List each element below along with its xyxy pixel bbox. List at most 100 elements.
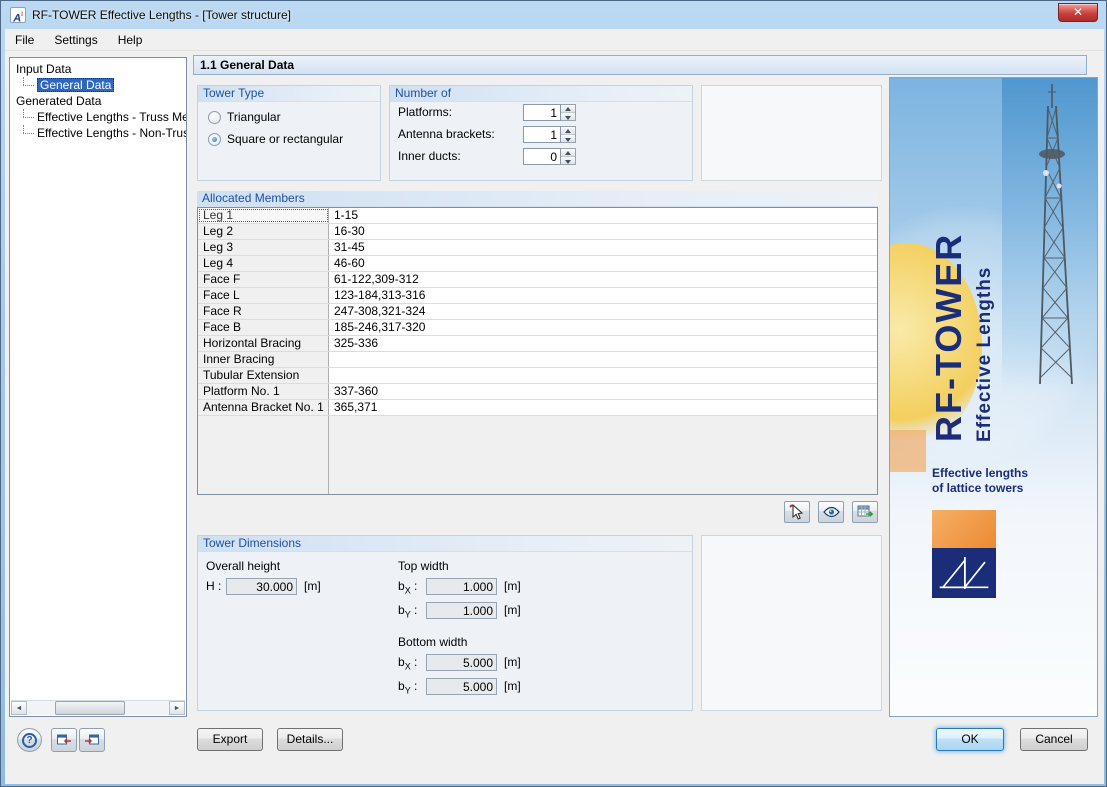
member-row-value[interactable]: 123-184,313-316 — [329, 288, 877, 303]
export-table-button[interactable] — [852, 501, 878, 523]
table-empty-area — [198, 416, 877, 494]
ok-button[interactable]: OK — [936, 728, 1004, 751]
spinner-down-icon[interactable] — [561, 113, 575, 120]
graphic-placeholder-bottom — [701, 535, 882, 711]
cancel-button[interactable]: Cancel — [1020, 728, 1088, 751]
platforms-spinner[interactable] — [561, 104, 576, 121]
menu-settings[interactable]: Settings — [44, 29, 107, 50]
tree-item-effective-lengths-truss[interactable]: Effective Lengths - Truss Memb — [10, 109, 186, 125]
member-row-label[interactable]: Leg 2 — [198, 224, 329, 239]
antenna-brackets-label: Antenna brackets: — [398, 127, 495, 141]
member-row-value[interactable]: 365,371 — [329, 400, 877, 415]
member-row-label[interactable]: Platform No. 1 — [198, 384, 329, 399]
menu-file[interactable]: File — [5, 29, 44, 50]
spinner-up-icon[interactable] — [561, 127, 575, 135]
radio-triangular-label: Triangular — [227, 110, 281, 124]
inner-ducts-spinner[interactable] — [561, 148, 576, 165]
member-row-value[interactable]: 185-246,317-320 — [329, 320, 877, 335]
dialog-body: Input Data General Data Generated Data E… — [5, 51, 1104, 784]
table-row: Inner Bracing — [198, 352, 877, 368]
allocated-members-title: Allocated Members — [197, 191, 878, 207]
member-row-value[interactable]: 31-45 — [329, 240, 877, 255]
details-button[interactable]: Details... — [277, 728, 343, 751]
member-row-label[interactable]: Face L — [198, 288, 329, 303]
member-row-label[interactable]: Antenna Bracket No. 1 — [198, 400, 329, 415]
member-row-value[interactable]: 61-122,309-312 — [329, 272, 877, 287]
scroll-right-button[interactable]: ► — [169, 701, 185, 715]
pick-cursor-icon — [789, 504, 804, 520]
number-of-group-title: Number of — [390, 86, 692, 102]
table-row: Face R 247-308,321-324 — [198, 304, 877, 320]
section-title: 1.1 General Data — [193, 55, 1087, 75]
spinner-down-icon[interactable] — [561, 157, 575, 164]
member-row-value[interactable]: 46-60 — [329, 256, 877, 271]
top-width-x-input[interactable] — [426, 578, 497, 595]
member-row-value[interactable]: 325-336 — [329, 336, 877, 351]
table-row: Leg 3 31-45 — [198, 240, 877, 256]
table-row: Face B 185-246,317-320 — [198, 320, 877, 336]
spinner-down-icon[interactable] — [561, 135, 575, 142]
menu-help[interactable]: Help — [108, 29, 153, 50]
table-row: Face L 123-184,313-316 — [198, 288, 877, 304]
application-window: Aʲ RF-TOWER Effective Lengths - [Tower s… — [0, 0, 1107, 787]
radio-icon[interactable] — [208, 110, 221, 124]
member-row-label[interactable]: Face B — [198, 320, 329, 335]
scrollbar-thumb[interactable] — [55, 701, 125, 715]
previous-window-button[interactable] — [51, 728, 77, 752]
allocated-members-group: Allocated Members Leg 1 1-15 Leg 2 16-30 L… — [197, 191, 878, 525]
member-row-label[interactable]: Face R — [198, 304, 329, 319]
member-row-value[interactable] — [329, 352, 877, 367]
inner-ducts-label: Inner ducts: — [398, 149, 461, 163]
h-symbol: H : — [206, 579, 222, 593]
tree-horizontal-scrollbar[interactable]: ◄ ► — [11, 700, 185, 715]
table-row: Leg 4 46-60 — [198, 256, 877, 272]
member-row-value[interactable]: 247-308,321-324 — [329, 304, 877, 319]
logo-orange-block — [932, 510, 996, 548]
member-row-value[interactable] — [329, 368, 877, 383]
view-button[interactable] — [818, 501, 844, 523]
tree-item-general-data[interactable]: General Data — [10, 77, 186, 93]
bottom-width-label: Bottom width — [398, 635, 468, 649]
spinner-up-icon[interactable] — [561, 149, 575, 157]
bottom-width-x-input[interactable] — [426, 654, 497, 671]
member-row-label[interactable]: Tubular Extension — [198, 368, 329, 383]
member-row-label[interactable]: Leg 4 — [198, 256, 329, 271]
member-row-label[interactable]: Face F — [198, 272, 329, 287]
help-button[interactable]: ? — [17, 728, 42, 752]
top-width-y-input[interactable] — [426, 602, 497, 619]
bottom-width-y-input[interactable] — [426, 678, 497, 695]
member-row-label[interactable]: Inner Bracing — [198, 352, 329, 367]
antenna-brackets-input[interactable] — [523, 126, 561, 143]
radio-checked-icon[interactable] — [208, 132, 221, 146]
member-row-value[interactable]: 337-360 — [329, 384, 877, 399]
inner-ducts-input[interactable] — [523, 148, 561, 165]
member-row-value[interactable]: 1-15 — [329, 208, 877, 223]
tree-item-generated-data[interactable]: Generated Data — [10, 93, 186, 109]
platforms-label: Platforms: — [398, 105, 453, 119]
scroll-left-button[interactable]: ◄ — [11, 701, 27, 715]
member-row-value[interactable]: 16-30 — [329, 224, 877, 239]
module-caption: Effective lengths of lattice towers — [932, 466, 1029, 495]
tree-item-effective-lengths-non-truss[interactable]: Effective Lengths - Non-Truss M — [10, 125, 186, 141]
radio-triangular[interactable]: Triangular — [208, 110, 281, 124]
table-row: Leg 1 1-15 — [198, 208, 877, 224]
window-title: RF-TOWER Effective Lengths - [Tower stru… — [32, 8, 291, 22]
scrollbar-track[interactable] — [27, 701, 169, 715]
next-window-button[interactable] — [79, 728, 105, 752]
member-row-label[interactable]: Leg 3 — [198, 240, 329, 255]
overall-height-input[interactable] — [226, 578, 297, 595]
window-arrow-left-icon — [57, 734, 71, 745]
export-button[interactable]: Export — [197, 728, 263, 751]
title-bar[interactable]: Aʲ RF-TOWER Effective Lengths - [Tower s… — [1, 1, 1106, 29]
tree-item-input-data[interactable]: Input Data — [10, 61, 186, 77]
tower-logo-icon — [939, 557, 989, 589]
member-row-label[interactable]: Leg 1 — [198, 208, 329, 223]
close-button[interactable]: ✕ — [1058, 3, 1098, 22]
radio-square-label: Square or rectangular — [227, 132, 344, 146]
radio-square-rectangular[interactable]: Square or rectangular — [208, 132, 343, 146]
antenna-brackets-spinner[interactable] — [561, 126, 576, 143]
platforms-input[interactable] — [523, 104, 561, 121]
spinner-up-icon[interactable] — [561, 105, 575, 113]
pick-members-button[interactable] — [784, 501, 810, 523]
member-row-label[interactable]: Horizontal Bracing — [198, 336, 329, 351]
